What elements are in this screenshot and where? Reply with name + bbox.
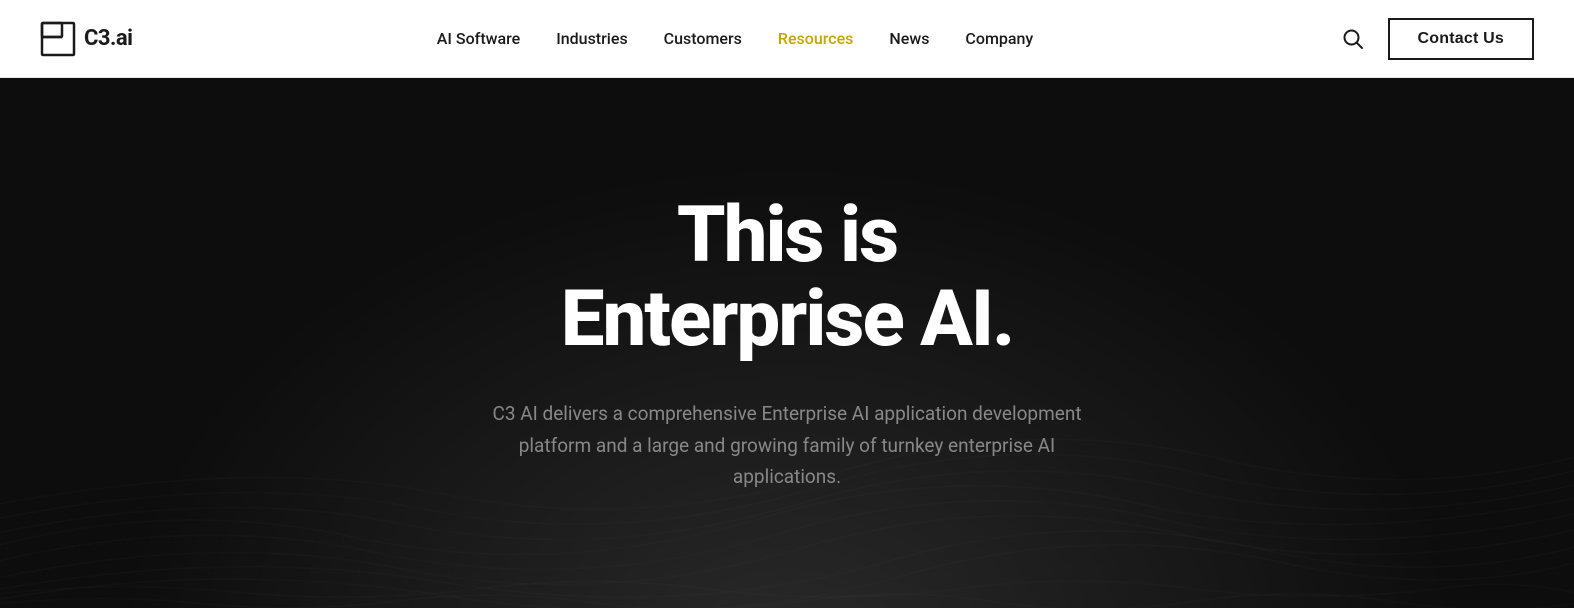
nav-item-customers[interactable]: Customers xyxy=(664,29,742,48)
navbar: C3.ai AI Software Industries Customers R… xyxy=(0,0,1574,78)
nav-link-customers[interactable]: Customers xyxy=(664,29,742,48)
hero-heading: This is Enterprise AI. xyxy=(477,194,1097,362)
search-icon xyxy=(1342,28,1364,50)
nav-link-resources[interactable]: Resources xyxy=(778,29,854,48)
nav-link-news[interactable]: News xyxy=(889,29,929,48)
logo[interactable]: C3.ai xyxy=(40,21,133,57)
hero-heading-line2: Enterprise AI. xyxy=(561,274,1014,365)
nav-link-ai-software[interactable]: AI Software xyxy=(437,29,520,48)
nav-item-ai-software[interactable]: AI Software xyxy=(437,29,520,48)
contact-us-button[interactable]: Contact Us xyxy=(1388,18,1534,60)
hero-heading-line1: This is xyxy=(677,190,897,281)
hero-section: This is Enterprise AI. C3 AI delivers a … xyxy=(0,78,1574,608)
hero-content: This is Enterprise AI. C3 AI delivers a … xyxy=(457,194,1117,493)
search-button[interactable] xyxy=(1338,24,1368,54)
nav-item-resources[interactable]: Resources xyxy=(778,29,854,48)
logo-text: C3.ai xyxy=(84,26,133,51)
nav-link-industries[interactable]: Industries xyxy=(556,29,627,48)
nav-item-industries[interactable]: Industries xyxy=(556,29,627,48)
nav-item-news[interactable]: News xyxy=(889,29,929,48)
nav-item-company[interactable]: Company xyxy=(965,29,1033,48)
hero-subtext: C3 AI delivers a comprehensive Enterpris… xyxy=(477,398,1097,492)
c3ai-logo-icon xyxy=(40,21,76,57)
nav-links: AI Software Industries Customers Resourc… xyxy=(437,29,1033,48)
nav-right: Contact Us xyxy=(1338,18,1534,60)
nav-link-company[interactable]: Company xyxy=(965,29,1033,48)
